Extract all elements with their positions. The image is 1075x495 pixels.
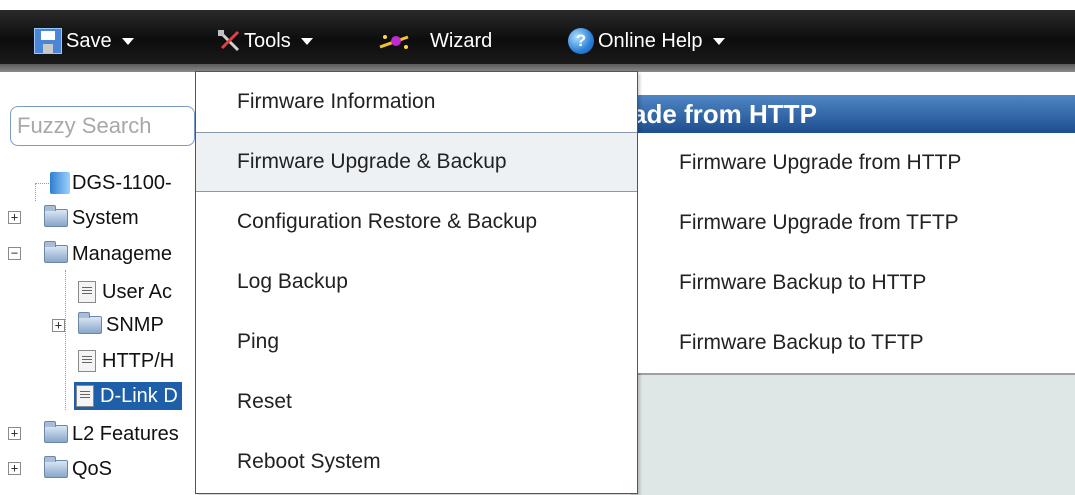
menu-item-label: Configuration Restore & Backup: [237, 210, 537, 233]
tree-node-dlink-selected[interactable]: D-Link D: [74, 382, 182, 410]
wizard-button[interactable]: Wizard: [378, 26, 492, 56]
tools-label: Tools: [244, 29, 291, 52]
submenu-item-upgrade-http[interactable]: Firmware Upgrade from HTTP: [638, 133, 1075, 193]
submenu-item-backup-http[interactable]: Firmware Backup to HTTP: [638, 253, 1075, 313]
menu-item-firmware-upgrade-backup[interactable]: Firmware Upgrade & Backup: [196, 132, 637, 192]
submenu-item-label: Firmware Upgrade from HTTP: [679, 151, 962, 174]
tree-node-label: DGS-1100-: [72, 171, 172, 194]
menu-item-firmware-information[interactable]: Firmware Information: [196, 72, 637, 132]
submenu-item-label: Firmware Backup to TFTP: [679, 331, 924, 354]
folder-open-icon: [44, 241, 68, 263]
online-help-label: Online Help: [598, 29, 703, 52]
menu-item-reboot-system[interactable]: Reboot System: [196, 432, 637, 492]
online-help-button[interactable]: ? Online Help: [568, 26, 725, 56]
save-menu-button[interactable]: Save: [34, 26, 134, 56]
tree-node-label: QoS: [72, 457, 113, 480]
menu-item-label: Reset: [237, 390, 292, 413]
menu-item-label: Reboot System: [237, 450, 381, 473]
menu-item-label: Firmware Upgrade & Backup: [237, 150, 507, 173]
page-title: ade from HTTP: [630, 95, 1075, 133]
menu-item-label: Log Backup: [237, 270, 348, 293]
firmware-submenu: Firmware Upgrade from HTTP Firmware Upgr…: [638, 133, 1075, 373]
menu-item-label: Ping: [237, 330, 280, 353]
folder-icon: [44, 205, 68, 227]
menu-item-label: Firmware Information: [237, 90, 436, 113]
chevron-down-icon: [300, 37, 313, 45]
fuzzy-search-input[interactable]: [10, 106, 195, 146]
submenu-item-backup-tftp[interactable]: Firmware Backup to TFTP: [638, 313, 1075, 373]
top-toolbar: Save Tools Wizard ? Online Help: [0, 0, 1075, 72]
tree-node-label: L2 Features: [72, 422, 179, 445]
chevron-down-icon: [121, 37, 134, 45]
tree-node-label: D-Link D: [100, 384, 178, 407]
submenu-item-label: Firmware Upgrade from TFTP: [679, 211, 959, 234]
menu-item-log-backup[interactable]: Log Backup: [196, 252, 637, 312]
folder-icon: [78, 312, 102, 334]
page-icon: [78, 281, 96, 303]
tree-node-l2-features[interactable]: L2 Features: [44, 419, 179, 449]
tree-connector: [65, 270, 66, 410]
wizard-icon: [379, 35, 409, 49]
expand-icon[interactable]: +: [8, 427, 21, 440]
expand-icon[interactable]: +: [8, 211, 21, 224]
tree-node-label: HTTP/H: [102, 349, 175, 372]
submenu-item-upgrade-tftp[interactable]: Firmware Upgrade from TFTP: [638, 193, 1075, 253]
chevron-down-icon: [712, 37, 725, 45]
tree-node-device[interactable]: DGS-1100-: [50, 168, 172, 198]
tree-connector: [35, 183, 36, 201]
tree-node-label: SNMP: [106, 313, 164, 336]
collapse-icon[interactable]: −: [8, 247, 21, 260]
wizard-label: Wizard: [430, 29, 493, 52]
tree-node-label: Manageme: [72, 242, 173, 265]
expand-icon[interactable]: +: [52, 319, 65, 332]
menu-item-configuration-restore-backup[interactable]: Configuration Restore & Backup: [196, 192, 637, 252]
help-icon: ?: [568, 28, 594, 54]
tree-node-snmp[interactable]: SNMP: [78, 310, 164, 340]
submenu-item-label: Firmware Backup to HTTP: [679, 271, 927, 294]
toolbar-background: [0, 10, 1075, 64]
save-icon: [34, 28, 62, 54]
tree-node-management[interactable]: Manageme: [44, 239, 172, 269]
tree-node-user-accounts[interactable]: User Ac: [78, 277, 172, 307]
page-icon: [76, 385, 94, 407]
folder-icon: [44, 456, 68, 478]
tree-node-system[interactable]: System: [44, 203, 139, 233]
tree-node-label: User Ac: [102, 280, 173, 303]
save-label: Save: [66, 29, 112, 52]
menu-item-reset[interactable]: Reset: [196, 372, 637, 432]
switch-icon: [50, 172, 70, 194]
tree-node-qos[interactable]: QoS: [44, 454, 112, 484]
tools-menu-button[interactable]: Tools: [216, 26, 313, 56]
page-icon: [78, 350, 96, 372]
tree-node-label: System: [72, 206, 139, 229]
tree-node-http[interactable]: HTTP/H: [78, 346, 174, 376]
content-body: [630, 375, 1075, 495]
left-navigation-panel: DGS-1100- + System − Manageme User Ac + …: [0, 72, 200, 495]
menu-item-ping[interactable]: Ping: [196, 312, 637, 372]
folder-icon: [44, 421, 68, 443]
expand-icon[interactable]: +: [8, 462, 21, 475]
tools-icon: [218, 30, 240, 52]
tree-connector: [35, 183, 51, 184]
tools-dropdown-menu: Firmware Information Firmware Upgrade & …: [195, 71, 638, 494]
